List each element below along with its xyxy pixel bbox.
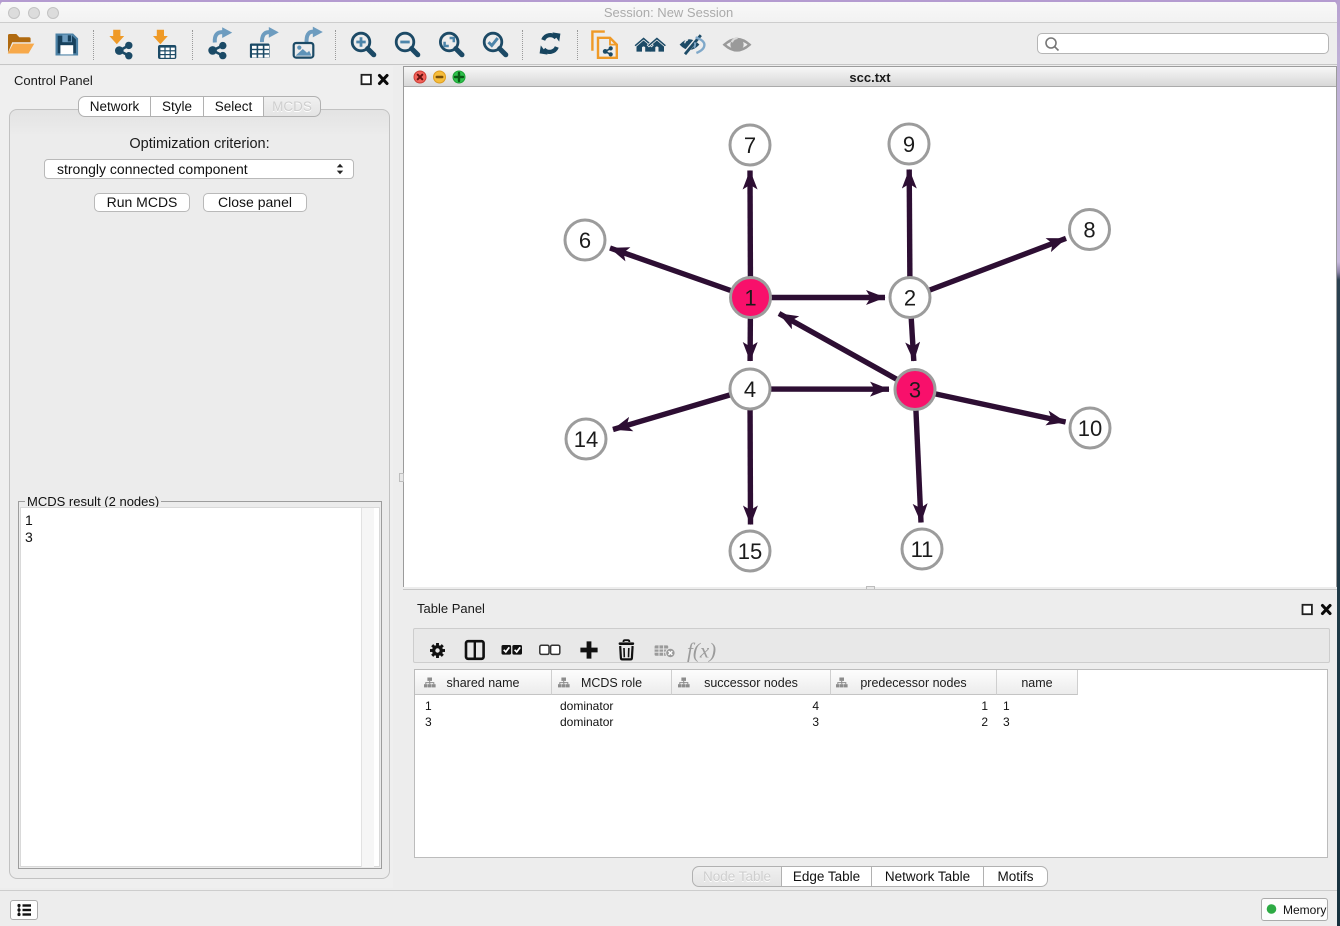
svg-text:14: 14	[574, 427, 598, 452]
svg-text:10: 10	[1078, 416, 1102, 441]
svg-text:11: 11	[911, 537, 934, 562]
svg-text:3: 3	[909, 378, 921, 403]
svg-text:15: 15	[738, 539, 762, 564]
svg-text:7: 7	[744, 133, 756, 158]
svg-text:2: 2	[904, 286, 916, 311]
svg-text:6: 6	[579, 228, 591, 253]
svg-text:1: 1	[744, 286, 756, 311]
svg-text:8: 8	[1083, 218, 1095, 243]
svg-text:9: 9	[903, 132, 915, 157]
svg-text:f(x): f(x)	[687, 639, 716, 663]
svg-text:4: 4	[744, 377, 756, 402]
